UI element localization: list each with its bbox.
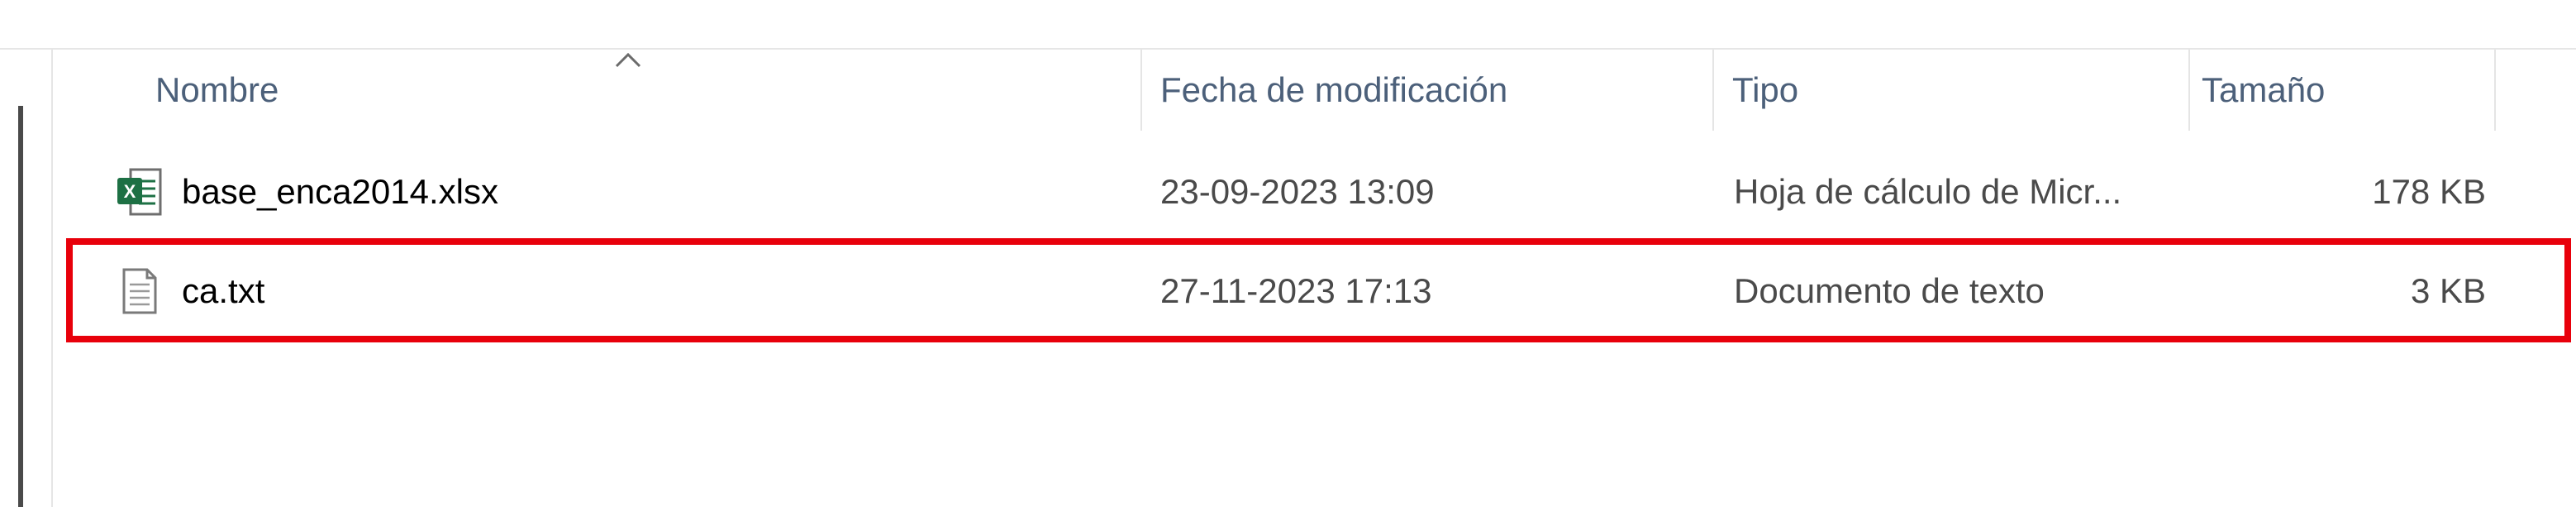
svg-text:X: X (124, 181, 136, 202)
column-header-name-label: Nombre (155, 70, 279, 109)
file-size: 178 KB (2372, 172, 2486, 211)
file-row[interactable]: X base_enca2014.xlsx 23-09-2023 13:09 Ho… (53, 142, 2576, 242)
file-modified-date: 27-11-2023 17:13 (1160, 271, 1432, 310)
column-header-modified[interactable]: Fecha de modificación (1160, 50, 1739, 131)
column-header-modified-label: Fecha de modificación (1160, 70, 1508, 109)
excel-file-icon: X (116, 142, 164, 242)
file-type: Documento de texto (1734, 271, 2045, 310)
file-row[interactable]: ca.txt 27-11-2023 17:13 Documento de tex… (53, 242, 2576, 341)
column-header-type[interactable]: Tipo (1732, 50, 2178, 131)
file-type: Hoja de cálculo de Micr... (1734, 172, 2122, 211)
file-explorer-view: Nombre Fecha de modificación Tipo Tamaño (0, 0, 2576, 507)
column-header-size-label: Tamaño (2202, 70, 2326, 109)
column-header-size[interactable]: Tamaño (2202, 50, 2516, 131)
file-size: 3 KB (2410, 271, 2486, 310)
column-header-name[interactable]: Nombre (155, 50, 610, 131)
file-name[interactable]: ca.txt (182, 242, 264, 341)
column-header-type-label: Tipo (1732, 70, 1799, 109)
column-resize-handle[interactable] (1712, 50, 1714, 131)
column-resize-handle[interactable] (2494, 50, 2496, 131)
column-resize-handle[interactable] (1140, 50, 1142, 131)
navigation-pane-splitter[interactable] (18, 106, 23, 507)
sort-ascending-icon (615, 52, 641, 68)
text-file-icon (121, 242, 159, 341)
column-header-bar: Nombre Fecha de modificación Tipo Tamaño (53, 50, 2576, 131)
file-modified-date: 23-09-2023 13:09 (1160, 172, 1435, 211)
file-name[interactable]: base_enca2014.xlsx (182, 142, 498, 242)
column-resize-handle[interactable] (2188, 50, 2190, 131)
